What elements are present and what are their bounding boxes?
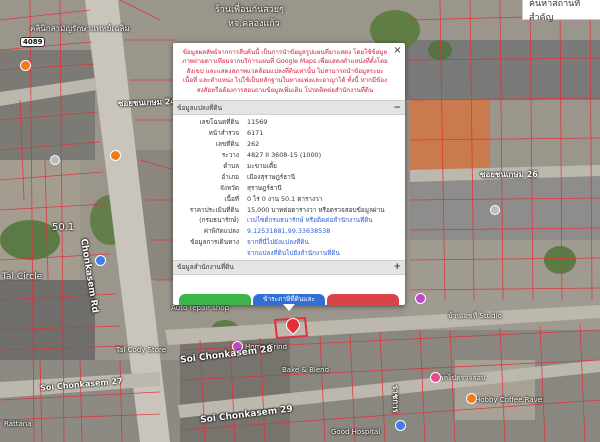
- field-row: จากแปลงที่ดินไปยังสำนักงานที่ดิน: [173, 248, 405, 259]
- section-header-parcel[interactable]: ข้อมูลแปลงที่ดิน −: [173, 100, 405, 116]
- poi-label[interactable]: รถไปตรวจสอบ: [440, 373, 485, 384]
- poi-label[interactable]: หจ.คลองแก้ว: [228, 16, 280, 30]
- section-title: ข้อมูลแปลงที่ดิน: [177, 103, 223, 112]
- coordinates-link[interactable]: 9.12531881,99.33638538: [247, 227, 405, 235]
- directions-to-office-link[interactable]: จากแปลงที่ดินไปยังสำนักงานที่ดิน: [247, 248, 405, 258]
- map-pin-icon[interactable]: [490, 205, 500, 215]
- field-label: ตำบล: [223, 162, 239, 171]
- field-label: เนื้อที่: [224, 194, 239, 203]
- field-label: เลขโฉนดที่ดิน: [199, 118, 239, 127]
- poi-label[interactable]: Auto repair shop: [171, 304, 229, 312]
- field-row: ข้อมูลการเดินทาง จากที่นี่ไปยังแปลงที่ดิน: [173, 237, 405, 248]
- field-value: สุราษฎร์ธานี: [247, 183, 282, 192]
- section-title: ข้อมูลสำนักงานที่ดิน: [177, 263, 234, 272]
- field-value: 262: [247, 140, 260, 149]
- route-shield: 4089: [20, 37, 46, 47]
- map-pin-icon[interactable]: [95, 255, 106, 266]
- directions-to-parcel-link[interactable]: จากที่นี่ไปยังแปลงที่ดิน: [247, 237, 405, 247]
- section-header-land-office[interactable]: ข้อมูลสำนักงานที่ดิน +: [173, 259, 405, 275]
- field-label: ค่าพิกัดแปลง: [203, 227, 239, 236]
- field-row: ค่าพิกัดแปลง 9.12531881,99.33638538: [173, 226, 405, 237]
- map-pin-icon[interactable]: [466, 393, 477, 404]
- field-row: (กรมธนารักษ์) เวบไซต์กรมธนารักษ์ หรือติดต…: [173, 215, 405, 226]
- poi-label[interactable]: คลินิกสามัญรักษาแพทย์เฉลิม: [30, 22, 130, 35]
- expand-icon[interactable]: +: [393, 262, 401, 272]
- field-row: จังหวัด สุราษฎร์ธานี: [173, 182, 405, 193]
- disclaimer-text: ข้อมูลผลลัพธ์จากการสืบค้นนี้ เป็นการนำข้…: [182, 49, 388, 94]
- poi-label[interactable]: Rattana: [4, 420, 32, 428]
- search-input[interactable]: ค้นหาสถานที่สำคัญ: [522, 0, 600, 23]
- field-row: ระวาง 4827 II 3608-15 (1000): [173, 150, 405, 161]
- field-row: เลขโฉนดที่ดิน 11569: [173, 117, 405, 128]
- field-row: ตำบล มะขามเตี้ย: [173, 161, 405, 172]
- field-value: 4827 II 3608-15 (1000): [247, 151, 322, 160]
- poi-label[interactable]: Good Hospital: [331, 428, 380, 436]
- treasury-website-link[interactable]: เวบไซต์กรมธนารักษ์ หรือติดต่อสำนักงานที่…: [247, 215, 405, 225]
- field-label: (กรมธนารักษ์): [199, 216, 239, 225]
- road-label: ซอยชนเกษม 26: [480, 170, 538, 179]
- poi-label[interactable]: บ้านเลขที่ Studio: [448, 311, 502, 322]
- parcel-fields: เลขโฉนดที่ดิน 11569 หน้าสำรวจ 6171 เลขที่ด…: [173, 115, 405, 260]
- field-row: อำเภอ เมืองสุราษฎร์ธานี: [173, 171, 405, 182]
- poi-label[interactable]: 50.1: [52, 222, 74, 233]
- field-value: 15,000 บาทต่อตารางวา หรือตรวจสอบข้อมูลผ่…: [247, 205, 385, 214]
- field-value: 6171: [247, 129, 264, 138]
- poi-label[interactable]: Bake & Blend: [282, 366, 329, 374]
- field-row: เนื้อที่ 0 ไร่ 0 งาน 50.1 ตารางวา: [173, 193, 405, 204]
- map-pin-icon[interactable]: [395, 420, 406, 431]
- map-pin-icon[interactable]: [50, 155, 60, 165]
- field-label: จังหวัด: [220, 183, 239, 192]
- report-button[interactable]: [327, 294, 399, 305]
- popup-pointer: [283, 304, 295, 311]
- field-label: ราคาประเมินที่ดิน: [189, 205, 239, 214]
- map-pin-icon[interactable]: [20, 60, 31, 71]
- poi-label[interactable]: Tal Cody Store: [116, 346, 166, 354]
- field-label: เลขที่ดิน: [215, 140, 239, 149]
- poi-label[interactable]: ร้านเพื่อนกันสวยๆ: [215, 2, 284, 16]
- parcel-info-popup: × ข้อมูลผลลัพธ์จากการสืบค้นนี้ เป็นการนำ…: [173, 43, 405, 305]
- collapse-icon[interactable]: −: [393, 103, 401, 113]
- poi-label[interactable]: Tal Circle: [2, 272, 42, 282]
- poi-label[interactable]: Hobby Coffee Rave: [475, 396, 542, 404]
- map-pin-icon[interactable]: [430, 372, 441, 383]
- field-row: เลขที่ดิน 262: [173, 139, 405, 150]
- map-pin-icon[interactable]: [110, 150, 121, 161]
- road-label: ราชการ: [391, 385, 400, 413]
- field-value: เมืองสุราษฎร์ธานี: [247, 172, 296, 181]
- field-value: 11569: [247, 118, 268, 127]
- field-label: หน้าสำรวจ: [208, 129, 239, 138]
- field-label: ข้อมูลการเดินทาง: [190, 238, 239, 247]
- field-value: 0 ไร่ 0 งาน 50.1 ตารางวา: [247, 194, 323, 203]
- field-label: ระวาง: [221, 151, 239, 160]
- field-label: อำเภอ: [221, 172, 239, 181]
- share-button[interactable]: [179, 294, 251, 305]
- field-row: หน้าสำรวจ 6171: [173, 128, 405, 139]
- field-value: มะขามเตี้ย: [247, 162, 277, 171]
- close-icon[interactable]: ×: [392, 45, 403, 56]
- field-row: ราคาประเมินที่ดิน 15,000 บาทต่อตารางวา หร…: [173, 204, 405, 215]
- map-pin-icon[interactable]: [415, 293, 426, 304]
